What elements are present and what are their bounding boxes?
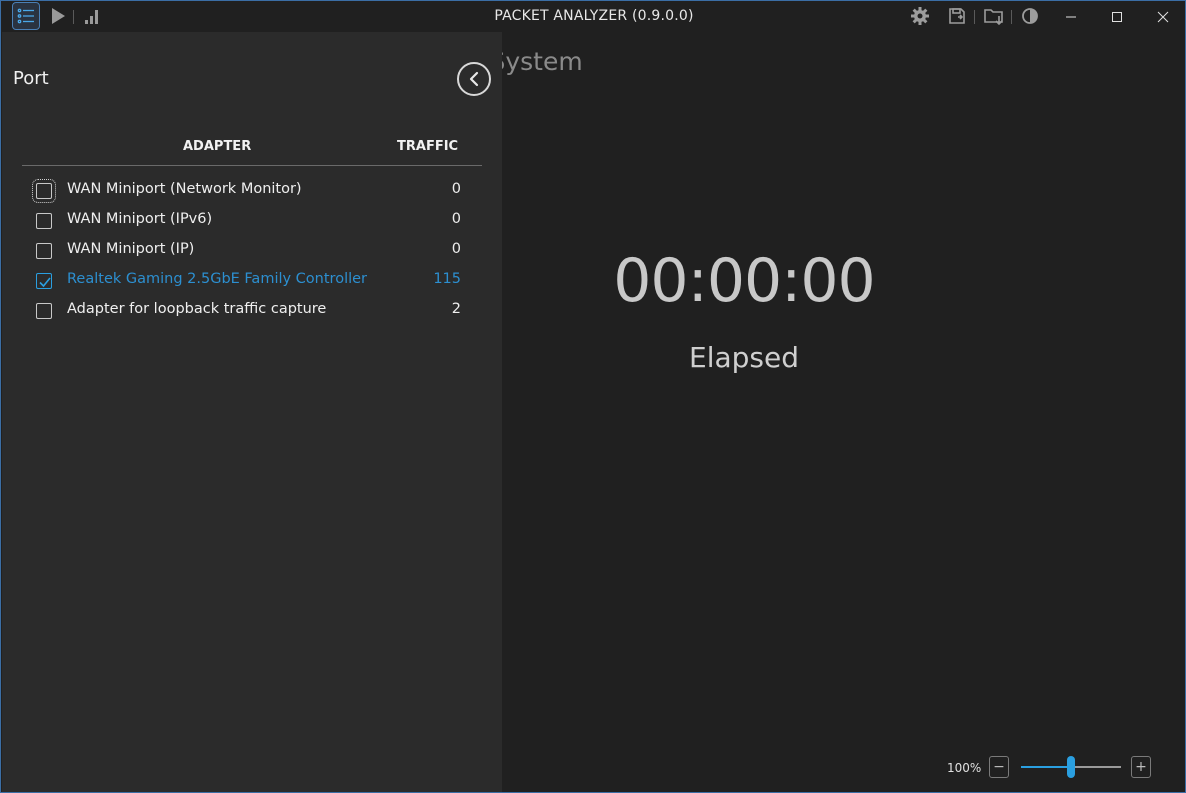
zoom-level: 100%: [947, 761, 982, 775]
adapter-name: WAN Miniport (Network Monitor): [67, 181, 302, 197]
toolbar-divider: [974, 10, 975, 24]
theme-toggle-icon[interactable]: [1016, 2, 1044, 30]
maximize-button[interactable]: [1094, 1, 1140, 32]
panel-title: Port: [13, 68, 49, 89]
column-header-traffic[interactable]: TRAFFIC: [397, 139, 458, 154]
maximize-icon: [1112, 11, 1122, 22]
adapter-checkbox[interactable]: [36, 213, 52, 229]
adapter-traffic: 0: [451, 211, 461, 227]
play-icon[interactable]: [44, 2, 72, 30]
adapter-traffic: 0: [451, 241, 461, 257]
zoom-slider[interactable]: [1021, 756, 1121, 778]
adapter-name: Adapter for loopback traffic capture: [67, 301, 327, 317]
adapter-checkbox[interactable]: [36, 243, 52, 259]
adapter-checkbox[interactable]: [32, 179, 56, 203]
toolbar-divider: [1011, 10, 1012, 24]
adapter-traffic: 2: [451, 301, 461, 317]
adapter-checkbox[interactable]: [36, 273, 52, 289]
tab-system[interactable]: System: [489, 47, 582, 76]
adapter-row[interactable]: Realtek Gaming 2.5GbE Family Controller 1…: [22, 267, 482, 297]
zoom-in-button[interactable]: +: [1131, 756, 1151, 778]
zoom-slider-fill: [1021, 766, 1071, 768]
chevron-left-icon: [469, 71, 479, 87]
adapter-name: WAN Miniport (IPv6): [67, 211, 213, 227]
adapter-name: Realtek Gaming 2.5GbE Family Controller: [67, 271, 368, 287]
zoom-out-button[interactable]: −: [989, 756, 1009, 778]
title-bar: PACKET ANALYZER (0.9.0.0): [1, 1, 1185, 32]
close-icon: [1157, 11, 1169, 22]
adapter-traffic: 0: [451, 181, 461, 197]
adapter-checkbox[interactable]: [36, 303, 52, 319]
adapter-traffic: 115: [433, 271, 461, 287]
checkmark-icon: [39, 277, 51, 288]
app-window: ster System 00:00:00 Elapsed e 100% − +: [0, 0, 1186, 793]
close-button[interactable]: [1140, 1, 1186, 32]
adapter-row[interactable]: WAN Miniport (Network Monitor) 0: [22, 177, 482, 207]
adapter-row[interactable]: WAN Miniport (IPv6) 0: [22, 207, 482, 237]
menu-list-icon[interactable]: [12, 2, 40, 30]
minimize-button[interactable]: [1048, 1, 1094, 32]
toolbar-divider: [73, 10, 74, 24]
elapsed-timer: 00:00:00: [613, 246, 875, 316]
header-divider: [22, 165, 482, 166]
column-header-adapter[interactable]: ADAPTER: [183, 139, 251, 154]
back-button[interactable]: [457, 62, 491, 96]
zoom-slider-thumb[interactable]: [1067, 756, 1075, 778]
minimize-icon: [1066, 16, 1076, 17]
signal-bars-icon[interactable]: [78, 2, 106, 30]
adapter-row[interactable]: WAN Miniport (IP) 0: [22, 237, 482, 267]
gear-icon[interactable]: [906, 2, 934, 30]
adapter-row[interactable]: Adapter for loopback traffic capture 2: [22, 297, 482, 327]
folder-download-icon[interactable]: [980, 2, 1008, 30]
adapter-name: WAN Miniport (IP): [67, 241, 195, 257]
save-icon[interactable]: [943, 2, 971, 30]
port-panel: Port ADAPTER TRAFFIC WAN Miniport (Netwo…: [2, 32, 502, 792]
window-title: PACKET ANALYZER (0.9.0.0): [494, 8, 694, 24]
elapsed-label: Elapsed: [689, 341, 799, 374]
